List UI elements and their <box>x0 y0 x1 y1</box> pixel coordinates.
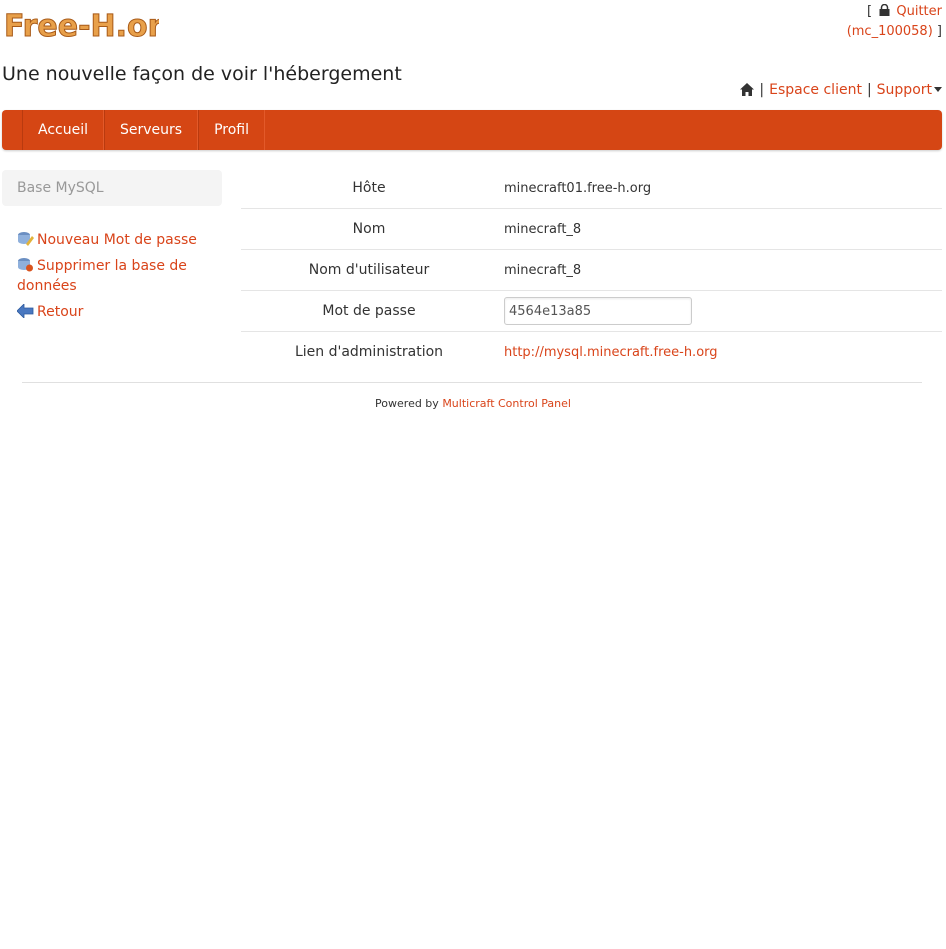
account-box: [ Quitter (mc_100058) ] <box>847 2 942 42</box>
admin-link-label: Lien d'administration <box>294 344 444 360</box>
caret-down-icon <box>934 87 942 92</box>
top-links: | Espace client | Support <box>740 82 942 98</box>
main-navbar: Accueil Serveurs Profil <box>2 110 942 150</box>
table-row: Hôte minecraft01.free-h.org <box>241 168 942 209</box>
admin-link-cell: http://mysql.minecraft.free-h.org <box>497 332 942 373</box>
password-label: Mot de passe <box>241 290 497 332</box>
nav-item-profil[interactable]: Profil <box>198 110 265 150</box>
logo-image: Free-H.org <box>4 9 185 45</box>
lock-icon <box>879 4 890 16</box>
table-row: Lien d'administration http://mysql.minec… <box>241 332 942 373</box>
home-icon <box>740 83 755 96</box>
bracket-open: [ <box>867 4 873 19</box>
separator: | <box>759 82 765 98</box>
database-delete-icon <box>18 258 33 272</box>
name-label: Nom <box>241 208 497 250</box>
support-dropdown[interactable]: Support <box>877 82 942 98</box>
sidebar-header: Base MySQL <box>2 170 222 206</box>
powered-by-text: Powered by <box>375 397 439 410</box>
password-cell <box>497 290 942 332</box>
username-label: Nom d'utilisateur <box>241 249 497 291</box>
database-edit-icon <box>18 232 34 246</box>
username-link[interactable]: (mc_100058) <box>847 24 933 39</box>
support-label: Support <box>876 82 932 98</box>
footer: Powered by Multicraft Control Panel <box>0 397 946 410</box>
delete-db-link[interactable]: Supprimer la base de données <box>17 258 187 294</box>
back-link[interactable]: Retour <box>37 304 83 320</box>
svg-text:Free-H.org: Free-H.org <box>4 9 159 44</box>
password-field[interactable] <box>504 297 692 325</box>
table-row: Mot de passe <box>241 290 942 332</box>
sidebar-links: Nouveau Mot de passe Supprimer la base d… <box>17 230 217 328</box>
name-value: minecraft_8 <box>497 208 942 250</box>
separator: | <box>866 82 872 98</box>
host-label: Hôte <box>241 168 497 209</box>
username-value: minecraft_8 <box>497 249 942 291</box>
table-row: Nom minecraft_8 <box>241 208 942 250</box>
client-space-link[interactable]: Espace client <box>769 82 862 98</box>
new-password-link[interactable]: Nouveau Mot de passe <box>37 232 197 248</box>
bracket-close: ] <box>936 24 942 39</box>
table-row: Nom d'utilisateur minecraft_8 <box>241 249 942 291</box>
database-details-table: Hôte minecraft01.free-h.org Nom minecraf… <box>241 168 942 372</box>
nav-item-accueil[interactable]: Accueil <box>22 110 104 150</box>
admin-link[interactable]: http://mysql.minecraft.free-h.org <box>504 345 718 360</box>
brand-logo[interactable]: Free-H.org <box>4 6 185 54</box>
logout-link[interactable]: Quitter <box>896 4 942 19</box>
arrow-left-icon <box>17 304 34 318</box>
host-value: minecraft01.free-h.org <box>497 168 942 209</box>
multicraft-link[interactable]: Multicraft Control Panel <box>442 397 571 410</box>
home-link[interactable] <box>740 82 755 98</box>
nav-item-serveurs[interactable]: Serveurs <box>104 110 199 150</box>
sidebar-item-back[interactable]: Retour <box>17 302 217 322</box>
sidebar-item-new-password[interactable]: Nouveau Mot de passe <box>17 230 217 250</box>
sidebar-item-delete-db[interactable]: Supprimer la base de données <box>17 256 217 296</box>
page-tagline: Une nouvelle façon de voir l'hébergement <box>2 63 402 85</box>
footer-divider <box>22 382 922 383</box>
